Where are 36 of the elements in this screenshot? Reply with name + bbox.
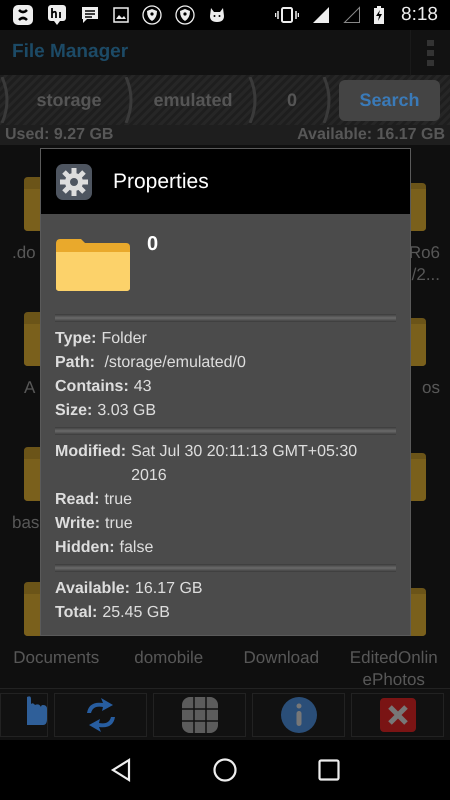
- used-space: Used: 9.27 GB: [5, 127, 114, 143]
- folder-label[interactable]: A: [0, 377, 36, 399]
- search-button[interactable]: Search: [339, 80, 440, 120]
- property-label: Path:: [55, 353, 95, 373]
- folder-name: 0: [147, 234, 158, 254]
- property-label: Type:: [55, 329, 96, 349]
- property-value: true: [104, 490, 132, 510]
- property-value: /storage/emulated/0: [103, 353, 246, 373]
- property-value: 43: [134, 377, 152, 397]
- property-value: 16.17 GB: [135, 579, 203, 599]
- property-label: Contains:: [55, 377, 129, 397]
- folder-label[interactable]: Documents: [13, 647, 100, 669]
- property-label: Size:: [55, 401, 92, 421]
- dialog-title: Properties: [113, 168, 209, 195]
- property-value: false: [120, 538, 154, 558]
- folder-label[interactable]: Download: [243, 647, 320, 669]
- property-value: 25.45 GB: [102, 603, 170, 623]
- folder-label[interactable]: .do: [0, 242, 36, 264]
- property-label: Modified:: [55, 442, 126, 462]
- available-space: Available: 16.17 GB: [297, 127, 445, 143]
- folder-label[interactable]: domobile: [134, 647, 204, 669]
- property-value: 3.03 GB: [97, 401, 156, 421]
- property-label: Write:: [55, 514, 100, 534]
- folder-label[interactable]: Ro6 /2...: [408, 242, 450, 286]
- property-label: Total:: [55, 603, 98, 623]
- property-label: Read:: [55, 490, 100, 510]
- property-label: Available:: [55, 579, 130, 599]
- property-value: Folder: [101, 329, 147, 349]
- property-value: Sat Jul 30 20:11:13 GMT+05:30 2016: [131, 442, 358, 486]
- property-label: Hidden:: [55, 538, 115, 558]
- clock-time: 8:18: [401, 2, 438, 27]
- folder-label[interactable]: EditedOnlin ePhotos: [350, 647, 438, 688]
- property-value: true: [105, 514, 133, 534]
- folder-label[interactable]: os: [422, 377, 450, 399]
- folder-label[interactable]: bas: [0, 512, 40, 534]
- app-title: File Manager: [12, 40, 130, 64]
